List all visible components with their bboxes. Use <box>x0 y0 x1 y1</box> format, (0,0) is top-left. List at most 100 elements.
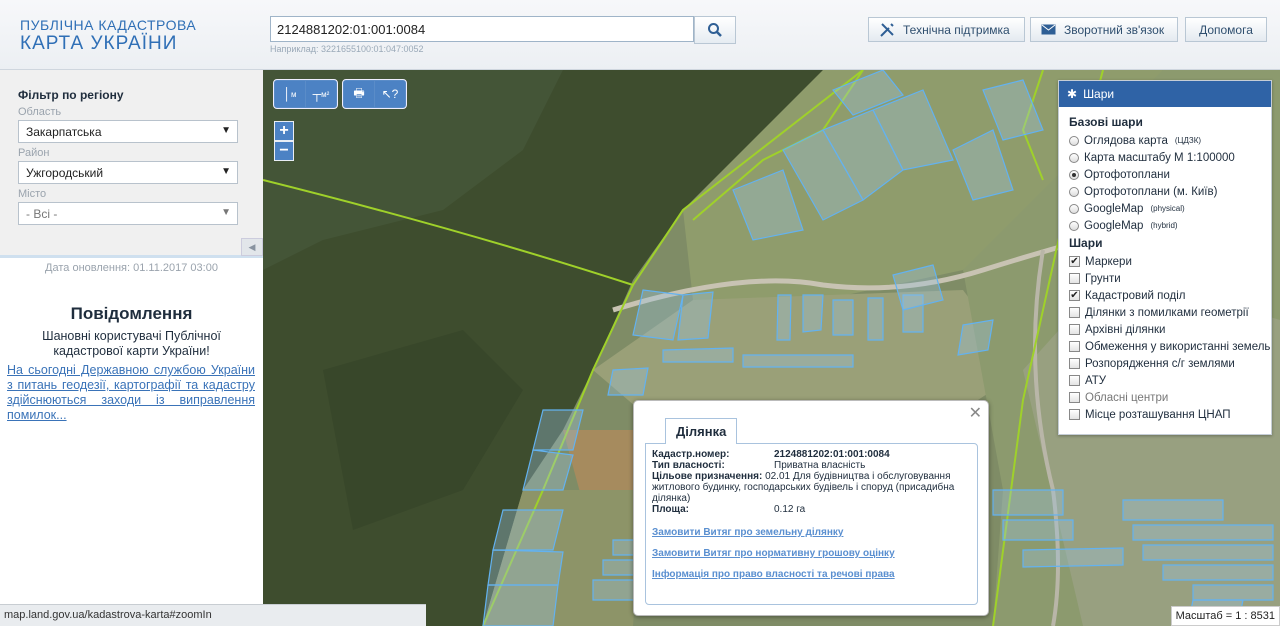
ownership-key: Тип власності: <box>652 460 725 471</box>
logo[interactable]: ПУБЛІЧНА КАДАСТРОВА КАРТА УКРАЇНИ <box>20 18 196 53</box>
print-button[interactable]: 🖶 <box>344 81 374 107</box>
search-button[interactable] <box>694 16 736 44</box>
overlay-layer-option[interactable]: Місце розташування ЦНАП <box>1069 406 1261 423</box>
overlay-layer-label: Обмеження у використанні земель <box>1085 340 1271 353</box>
radio-button[interactable] <box>1069 203 1079 214</box>
checkbox[interactable] <box>1069 409 1080 420</box>
map-view[interactable]: │ м ┬ м² 🖶 ↖? + − ✱ Шари Базові шари Огляд… <box>263 70 1280 626</box>
dropdown-arrow-icon: ▼ <box>221 207 231 218</box>
measure-unit: м <box>291 89 297 99</box>
order-extract-link[interactable]: Замовити Витяг про земельну ділянку <box>652 527 971 538</box>
status-url: map.land.gov.ua/kadastrova-karta#zoomIn <box>0 604 426 626</box>
base-layer-option[interactable]: GoogleMap (physical) <box>1069 200 1261 217</box>
radio-button[interactable] <box>1069 152 1079 163</box>
help-button[interactable]: Допомога <box>1185 17 1267 42</box>
overlay-layer-option[interactable]: АТУ <box>1069 372 1261 389</box>
dropdown-arrow-icon: ▼ <box>221 125 231 136</box>
layers-header[interactable]: ✱ Шари <box>1059 81 1271 107</box>
base-layers-title: Базові шари <box>1069 115 1143 129</box>
measure-area-unit: м² <box>321 89 330 99</box>
search-icon <box>708 23 722 37</box>
zoom-in-button[interactable]: + <box>274 121 294 141</box>
radio-button[interactable] <box>1069 186 1079 197</box>
base-layer-option[interactable]: Ортофотоплани (м. Київ) <box>1069 183 1261 200</box>
overlay-layer-option[interactable]: Грунти <box>1069 270 1261 287</box>
close-icon[interactable]: ✕ <box>969 403 982 423</box>
popup-tab[interactable]: Ділянка <box>665 418 738 444</box>
checkbox[interactable] <box>1069 358 1080 369</box>
city-label: Місто <box>18 188 47 200</box>
feedback-label: Зворотний зв'язок <box>1064 22 1165 37</box>
support-label: Технічна підтримка <box>903 22 1010 37</box>
base-layer-option[interactable]: Оглядова карта (ЦДЗК) <box>1069 132 1261 149</box>
measure-length-button[interactable]: │ м <box>275 81 305 107</box>
collapse-sidebar-button[interactable]: ◀ <box>241 238 263 256</box>
ownership-info-link[interactable]: Інформація про право власності та речові… <box>652 569 971 580</box>
cadastral-value: 2124881202:01:001:0084 <box>774 449 890 460</box>
overlay-layer-label: Обласні центри <box>1085 391 1169 404</box>
feedback-button[interactable]: Зворотний зв'язок <box>1030 17 1178 42</box>
help-label: Допомога <box>1199 22 1253 37</box>
checkbox[interactable]: ✔ <box>1069 290 1080 301</box>
print-icon: 🖶 <box>353 85 365 100</box>
gear-icon: ✱ <box>1067 87 1078 101</box>
checkbox[interactable] <box>1069 307 1080 318</box>
filter-title: Фільтр по регіону <box>18 88 124 102</box>
base-layer-label: GoogleMap <box>1084 219 1144 232</box>
area-value: 0.12 га <box>774 504 806 515</box>
order-valuation-link[interactable]: Замовити Витяг про нормативну грошову оц… <box>652 548 971 559</box>
chevron-left-icon: ◀ <box>248 241 256 252</box>
radio-button[interactable] <box>1069 220 1079 231</box>
raion-label: Район <box>18 147 50 159</box>
base-layer-option[interactable]: GoogleMap (hybrid) <box>1069 217 1261 234</box>
notice-link[interactable]: На сьогодні Державною службою України з … <box>7 363 255 423</box>
checkbox[interactable] <box>1069 273 1080 284</box>
overlay-layer-label: Архівні ділянки <box>1085 323 1166 336</box>
overlay-layer-label: Місце розташування ЦНАП <box>1085 408 1231 421</box>
checkbox[interactable] <box>1069 392 1080 403</box>
sidebar: Фільтр по регіону Область Закарпатська ▼ … <box>0 70 263 626</box>
overlay-layer-option[interactable]: Обмеження у використанні земель <box>1069 338 1270 355</box>
oblast-select[interactable]: Закарпатська ▼ <box>18 120 238 143</box>
base-layer-label: Ортофотоплани (м. Київ) <box>1084 185 1218 198</box>
cadastral-row: Кадастр.номер: 2124881202:01:001:0084 <box>652 449 971 460</box>
overlay-layer-label: Грунти <box>1085 272 1121 285</box>
region-filter: Фільтр по регіону Область Закарпатська ▼ … <box>0 70 263 258</box>
layers-title: Шари <box>1083 87 1115 101</box>
ownership-row: Тип власності: Приватна власність <box>652 460 971 471</box>
raion-select[interactable]: Ужгородський ▼ <box>18 161 238 184</box>
purpose-key: Цільове призначення: <box>652 471 763 482</box>
overlay-layer-option[interactable]: Ділянки з помилками геометрії <box>1069 304 1261 321</box>
checkbox[interactable] <box>1069 324 1080 335</box>
popup-content: Кадастр.номер: 2124881202:01:001:0084 Тип… <box>645 443 978 605</box>
checkbox[interactable] <box>1069 341 1080 352</box>
search-input[interactable] <box>270 16 694 42</box>
zoom-out-button[interactable]: − <box>274 141 294 161</box>
base-layer-option[interactable]: Карта масштабу М 1:100000 <box>1069 149 1261 166</box>
base-layer-label: Ортофотоплани <box>1084 168 1170 181</box>
checkbox[interactable]: ✔ <box>1069 256 1080 267</box>
support-button[interactable]: Технічна підтримка <box>868 17 1025 42</box>
area-icon: ┬ <box>312 87 322 101</box>
identify-button[interactable]: ↖? <box>375 81 405 107</box>
notice-title: Повідомлення <box>70 304 193 323</box>
dropdown-arrow-icon: ▼ <box>221 166 231 177</box>
misc-tools: 🖶 ↖? <box>342 79 407 109</box>
overlay-layer-option[interactable]: Архівні ділянки <box>1069 321 1261 338</box>
measure-area-button[interactable]: ┬ м² <box>306 81 336 107</box>
overlay-layer-option[interactable]: Обласні центри <box>1069 389 1261 406</box>
city-select[interactable]: - Всі - ▼ <box>18 202 238 225</box>
zoom-control: + − <box>274 121 294 161</box>
purpose-row: Цільове призначення: 02.01 Для будівницт… <box>652 471 971 504</box>
base-layer-sup: (physical) <box>1150 204 1185 213</box>
base-layer-sup: (hybrid) <box>1150 221 1178 230</box>
base-layer-option[interactable]: Ортофотоплани <box>1069 166 1261 183</box>
area-row: Площа: 0.12 га <box>652 504 971 515</box>
overlay-layer-option[interactable]: ✔ Кадастровий поділ <box>1069 287 1261 304</box>
overlay-layer-option[interactable]: Розпорядження с/г землями <box>1069 355 1261 372</box>
overlay-layer-option[interactable]: ✔ Маркери <box>1069 253 1261 270</box>
radio-button[interactable] <box>1069 135 1079 146</box>
envelope-icon <box>1041 24 1056 35</box>
checkbox[interactable] <box>1069 375 1080 386</box>
radio-button[interactable] <box>1069 169 1079 180</box>
